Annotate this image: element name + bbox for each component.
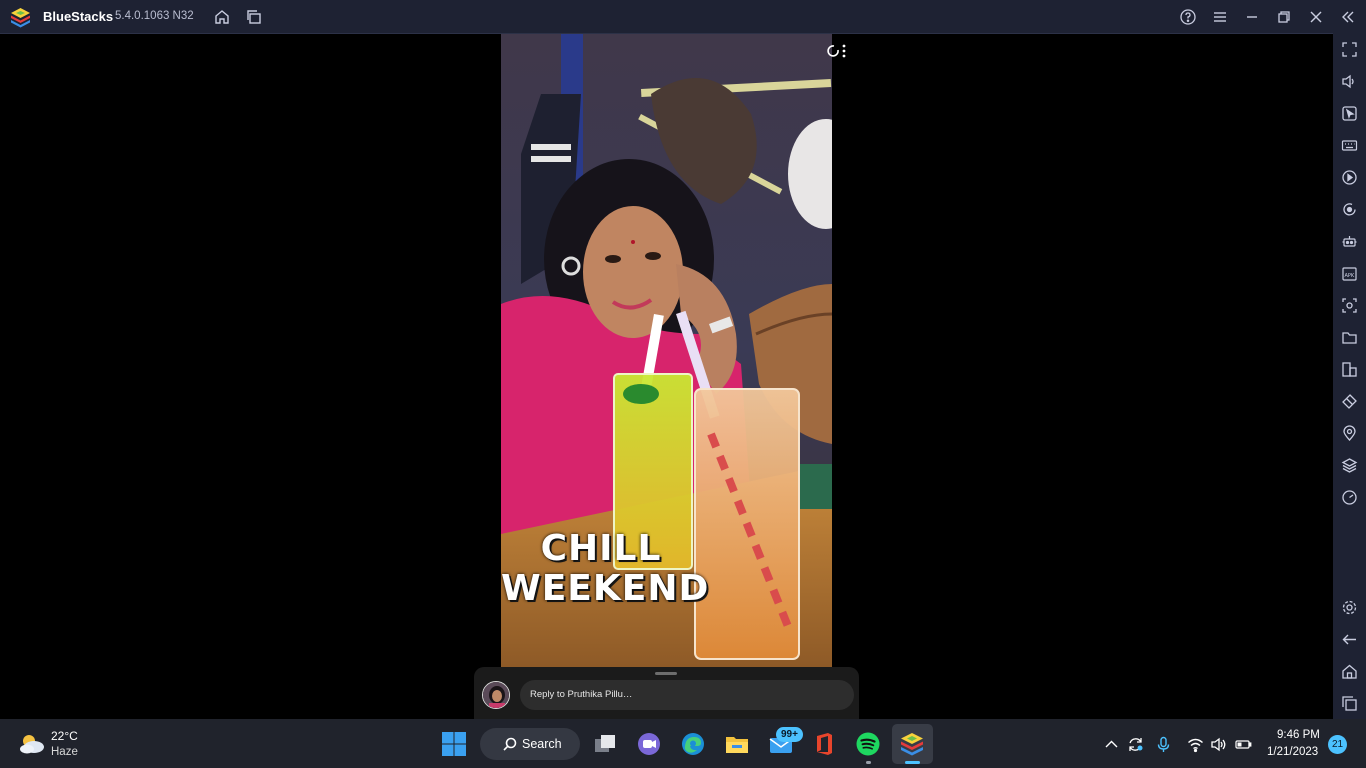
gauge-icon[interactable] bbox=[1341, 489, 1358, 506]
help-icon[interactable] bbox=[1179, 8, 1197, 26]
bluestacks-icon[interactable] bbox=[899, 731, 925, 757]
reply-input[interactable]: Reply to Pruthika Pillu… bbox=[520, 680, 854, 710]
right-sidebar: APK bbox=[1333, 33, 1366, 719]
weather-temperature: 22°C bbox=[51, 729, 78, 743]
weather-description: Haze bbox=[51, 746, 78, 758]
home-icon[interactable] bbox=[1341, 663, 1358, 680]
clock-date[interactable]: 1/21/2023 bbox=[1267, 746, 1318, 758]
start-icon[interactable] bbox=[441, 731, 467, 757]
robot-icon[interactable] bbox=[1341, 233, 1358, 250]
office-icon[interactable] bbox=[811, 731, 837, 757]
home-icon[interactable] bbox=[213, 8, 231, 26]
app-title: BlueStacks bbox=[43, 9, 114, 24]
weather-haze-icon[interactable] bbox=[18, 732, 46, 756]
story-viewer[interactable]: CHILL WEEKEND bbox=[501, 34, 832, 667]
mail-badge: 99+ bbox=[776, 727, 803, 742]
spotify-running-indicator bbox=[866, 761, 871, 764]
restore-icon[interactable] bbox=[1275, 8, 1293, 26]
spotify-icon[interactable] bbox=[855, 731, 881, 757]
location-icon[interactable] bbox=[1341, 425, 1358, 442]
svg-text:APK: APK bbox=[1345, 273, 1355, 279]
app-version: 5.4.0.1063 N32 bbox=[115, 10, 194, 22]
eraser-icon[interactable] bbox=[1341, 393, 1358, 410]
multi-instance-icon[interactable] bbox=[245, 8, 263, 26]
back-icon[interactable] bbox=[1341, 631, 1358, 648]
sync-icon[interactable] bbox=[1127, 736, 1144, 753]
bluestacks-logo-icon bbox=[11, 8, 30, 28]
recents-icon[interactable] bbox=[1341, 695, 1358, 712]
task-view-icon[interactable] bbox=[592, 731, 618, 757]
rotate-icon[interactable] bbox=[1341, 201, 1358, 218]
teams-chat-icon[interactable] bbox=[636, 731, 662, 757]
sticker-line-1: CHILL bbox=[540, 528, 662, 569]
wifi-icon[interactable] bbox=[1187, 736, 1204, 753]
fullscreen-icon[interactable] bbox=[1341, 41, 1358, 58]
battery-icon[interactable] bbox=[1235, 736, 1252, 753]
sticker-text: CHILL WEEKEND bbox=[501, 528, 710, 609]
search-label: Search bbox=[522, 737, 562, 751]
settings-icon[interactable] bbox=[1341, 599, 1358, 616]
volume-icon[interactable] bbox=[1341, 73, 1358, 90]
folder-icon[interactable] bbox=[1341, 329, 1358, 346]
avatar[interactable] bbox=[482, 681, 510, 709]
bluestacks-active-indicator bbox=[905, 761, 920, 764]
collapse-sidebar-icon[interactable] bbox=[1339, 8, 1357, 26]
cursor-icon[interactable] bbox=[1341, 105, 1358, 122]
search-icon bbox=[503, 737, 517, 751]
drag-handle[interactable] bbox=[655, 672, 677, 675]
title-bar: BlueStacks 5.4.0.1063 N32 bbox=[0, 0, 1366, 34]
keyboard-icon[interactable] bbox=[1341, 137, 1358, 154]
apk-icon[interactable]: APK bbox=[1341, 265, 1358, 282]
minimize-icon[interactable] bbox=[1243, 8, 1261, 26]
macro-play-icon[interactable] bbox=[1341, 169, 1358, 186]
chevron-up-icon[interactable] bbox=[1103, 736, 1120, 753]
screenshot-icon[interactable] bbox=[1341, 297, 1358, 314]
volume-icon[interactable] bbox=[1210, 736, 1227, 753]
multi-instance-icon[interactable] bbox=[1341, 361, 1358, 378]
layers-icon[interactable] bbox=[1341, 457, 1358, 474]
close-icon[interactable] bbox=[1307, 8, 1325, 26]
edge-icon[interactable] bbox=[680, 731, 706, 757]
taskbar-search[interactable]: Search bbox=[480, 728, 580, 760]
notification-badge[interactable]: 21 bbox=[1328, 735, 1347, 754]
story-options-icon[interactable] bbox=[824, 42, 848, 60]
clock-time[interactable]: 9:46 PM bbox=[1277, 729, 1320, 741]
microphone-icon[interactable] bbox=[1155, 736, 1172, 753]
sticker-line-2: WEEKEND bbox=[501, 568, 710, 609]
file-explorer-icon[interactable] bbox=[724, 731, 750, 757]
menu-icon[interactable] bbox=[1211, 8, 1229, 26]
